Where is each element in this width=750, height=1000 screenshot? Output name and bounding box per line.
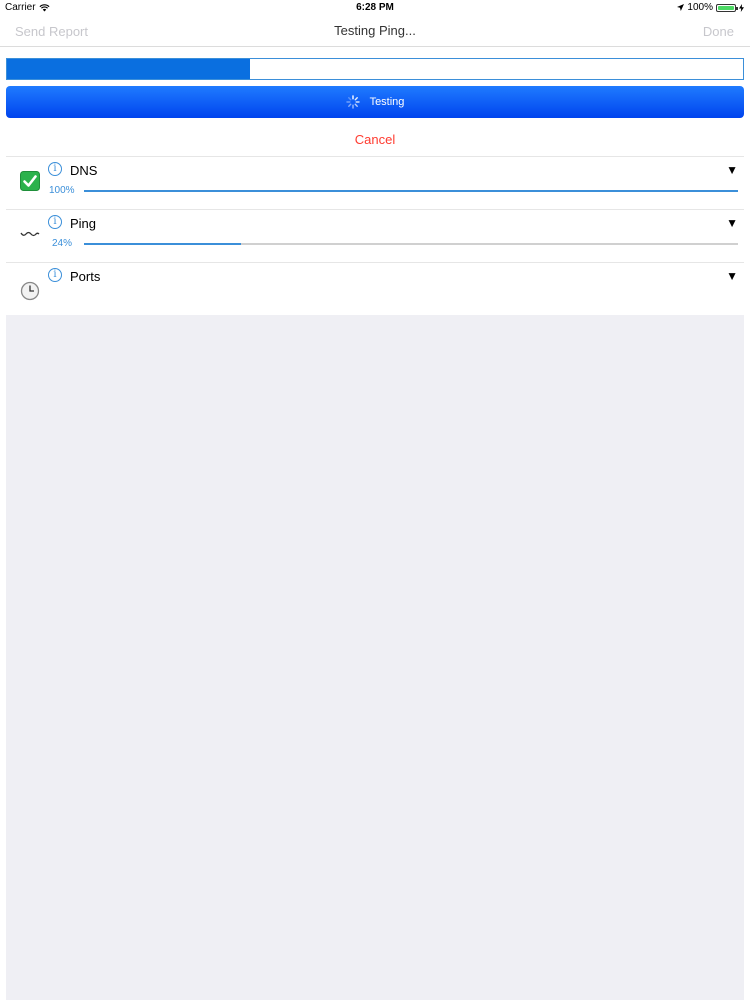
testing-button[interactable]: Testing — [6, 86, 744, 118]
test-item-ping[interactable]: i Ping ▼ 24% — [6, 209, 744, 262]
battery-icon — [716, 3, 738, 12]
test-name: Ping — [70, 216, 97, 231]
page-title: Testing Ping... — [334, 23, 416, 38]
expand-arrow-icon[interactable]: ▼ — [726, 269, 738, 283]
clock-icon — [20, 281, 40, 301]
charging-icon — [739, 3, 744, 12]
status-right: 100% — [677, 2, 744, 13]
navigation-bar: Send Report Testing Ping... Done — [0, 16, 750, 47]
info-icon[interactable]: i — [48, 215, 62, 229]
battery-percent: 100% — [687, 2, 713, 13]
spinner-icon — [345, 95, 360, 109]
test-list: i DNS ▼ 100% i Ping ▼ 24% i Ports ▼ — [6, 156, 744, 315]
expand-arrow-icon[interactable]: ▼ — [726, 163, 738, 177]
overall-progress-bar — [6, 58, 744, 80]
info-icon[interactable]: i — [48, 162, 62, 176]
testing-button-label: Testing — [369, 96, 405, 108]
test-progress-fill — [84, 190, 738, 192]
empty-content-area — [6, 315, 744, 1000]
cancel-button[interactable]: Cancel — [0, 132, 750, 147]
test-percent: 24% — [52, 238, 73, 249]
test-percent: 100% — [49, 185, 75, 196]
test-item-dns[interactable]: i DNS ▼ 100% — [6, 156, 744, 209]
test-progress-fill — [84, 243, 241, 245]
test-item-ports[interactable]: i Ports ▼ — [6, 262, 744, 315]
info-icon[interactable]: i — [48, 268, 62, 282]
done-button[interactable]: Done — [703, 24, 734, 39]
test-name: Ports — [70, 269, 101, 284]
wave-icon — [20, 231, 40, 237]
status-time: 6:28 PM — [356, 2, 394, 13]
test-progress-track — [84, 190, 738, 192]
overall-progress-fill — [7, 59, 250, 79]
checkmark-icon — [20, 171, 40, 191]
status-bar: Carrier 6:28 PM 100% — [0, 0, 750, 16]
test-name: DNS — [70, 163, 98, 178]
location-arrow-icon — [677, 4, 685, 11]
expand-arrow-icon[interactable]: ▼ — [726, 216, 738, 230]
test-progress-track — [84, 243, 738, 245]
